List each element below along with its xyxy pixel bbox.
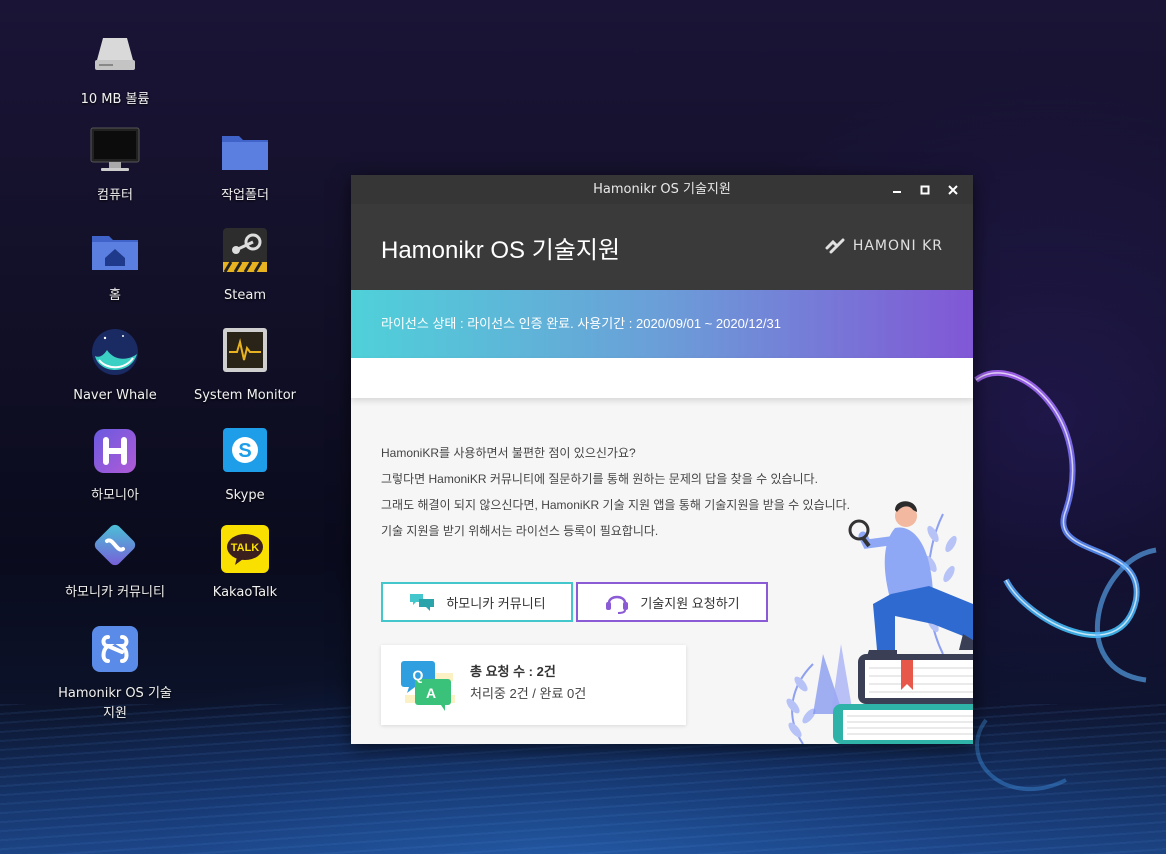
hamonikr-support-icon — [89, 624, 141, 676]
system-monitor-icon — [219, 326, 271, 378]
q-letter: Q — [413, 667, 424, 683]
desktop-icon-kakaotalk[interactable]: TALK KakaoTalk — [180, 523, 310, 603]
skype-icon: S — [219, 426, 271, 478]
kakaotalk-icon: TALK — [219, 523, 271, 575]
hamonikr-logo: HAMONI KR — [825, 236, 943, 256]
total-requests: 총 요청 수 : 2건 — [470, 664, 556, 679]
desktop-icon-system-monitor[interactable]: System Monitor — [180, 326, 310, 406]
app-title: Hamonikr OS 기술지원 — [381, 237, 621, 264]
desktop-icon-label: 10 MB 볼륨 — [80, 92, 150, 107]
desktop-icon-label: Hamonikr OS 기술 지원 — [58, 686, 172, 721]
desktop-icon-label: Steam — [224, 288, 266, 303]
qa-icon: Q A — [401, 661, 455, 711]
desktop-icon-hamonia[interactable]: 하모니아 — [50, 426, 180, 506]
desktop-icon-hamonikr-support[interactable]: Hamonikr OS 기술 지원 — [50, 624, 180, 724]
desktop-icon-steam[interactable]: Steam — [180, 226, 310, 306]
desktop-icon-volume[interactable]: 10 MB 볼륨 — [50, 30, 180, 110]
desktop-icon-label: 하모니카 커뮤니티 — [65, 585, 165, 600]
support-illustration — [786, 501, 973, 744]
maximize-button[interactable] — [915, 180, 935, 200]
whale-icon — [89, 326, 141, 378]
close-icon — [948, 184, 958, 195]
hamonikr-logo-icon — [825, 238, 845, 254]
app-header: Hamonikr OS 기술지원 HAMONI KR — [351, 204, 973, 290]
close-button[interactable] — [943, 180, 963, 200]
desktop-icon-label: Naver Whale — [73, 388, 157, 403]
support-button-label: 기술지원 요청하기 — [640, 595, 740, 611]
main-content: HamoniKR를 사용하면서 불편한 점이 있으신가요? 그렇다면 Hamon… — [351, 398, 973, 744]
blank-bar — [351, 358, 973, 398]
desktop-icon-computer[interactable]: 컴퓨터 — [50, 126, 180, 206]
desktop-icon-skype[interactable]: S Skype — [180, 426, 310, 506]
desktop-icon-label: 홈 — [109, 288, 121, 303]
hamonia-icon — [89, 426, 141, 478]
window-titlebar[interactable]: Hamonikr OS 기술지원 — [351, 175, 973, 204]
minimize-icon — [893, 190, 901, 193]
desktop-icon-label: 작업폴더 — [221, 188, 269, 203]
desktop-icon-label: 컴퓨터 — [97, 188, 133, 203]
logo-text: HAMONI KR — [852, 238, 943, 254]
window-title: Hamonikr OS 기술지원 — [593, 182, 731, 197]
support-app-window: Hamonikr OS 기술지원 Hamonikr OS 기술지원 HAMONI… — [351, 175, 973, 744]
svg-text:S: S — [238, 440, 251, 462]
chat-bubbles-icon — [410, 594, 435, 611]
request-stats-card: Q A 총 요청 수 : 2건 처리중 2건 / 완료 0건 — [381, 645, 686, 725]
license-status-bar: 라이선스 상태 : 라이선스 인증 완료. 사용기간 : 2020/09/01 … — [351, 290, 973, 358]
wallpaper-neon-graphic — [974, 370, 1157, 792]
desktop-icon-hamonikr-community[interactable]: 하모니카 커뮤니티 — [50, 523, 180, 603]
folder-icon — [219, 126, 271, 178]
community-button[interactable]: 하모니카 커뮤니티 — [381, 582, 573, 622]
support-request-button[interactable]: 기술지원 요청하기 — [576, 582, 768, 622]
drive-icon — [89, 30, 141, 82]
maximize-icon — [920, 185, 930, 194]
desktop-icon-label: Skype — [225, 488, 265, 503]
desktop-icon-label: KakaoTalk — [212, 585, 278, 600]
desktop-icon-home[interactable]: 홈 — [50, 226, 180, 306]
a-letter: A — [426, 685, 436, 701]
request-status-detail: 처리중 2건 / 완료 0건 — [470, 686, 587, 701]
desktop-icon-naver-whale[interactable]: Naver Whale — [50, 326, 180, 406]
minimize-button[interactable] — [887, 180, 907, 200]
steam-icon — [219, 226, 271, 278]
headset-icon — [606, 595, 629, 614]
svg-text:TALK: TALK — [231, 542, 260, 554]
computer-icon — [89, 126, 141, 178]
hamonikr-community-icon — [89, 523, 141, 575]
desktop-icon-label: System Monitor — [193, 388, 297, 403]
community-button-label: 하모니카 커뮤니티 — [446, 595, 546, 611]
desktop-icon-label: 하모니아 — [91, 488, 139, 503]
home-folder-icon — [89, 226, 141, 278]
desktop-icon-work-folder[interactable]: 작업폴더 — [180, 126, 310, 206]
